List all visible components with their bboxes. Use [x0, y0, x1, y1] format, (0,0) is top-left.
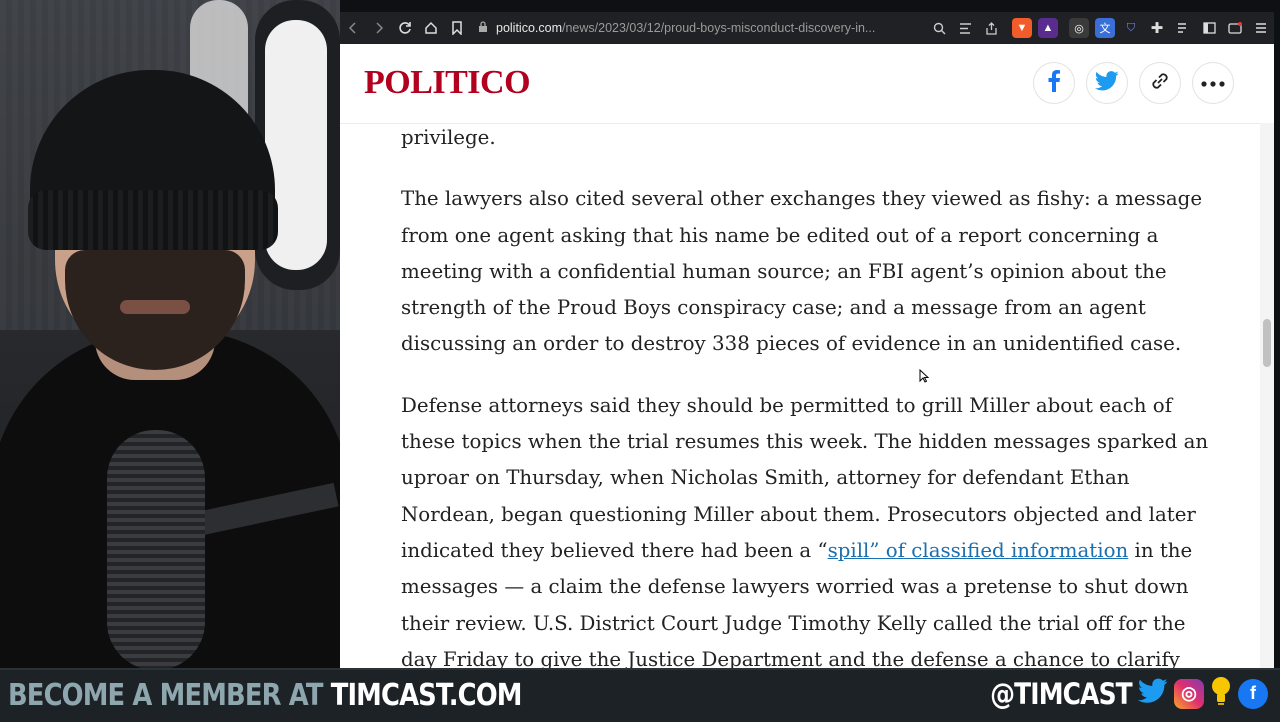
link-icon: [1148, 69, 1172, 98]
wallet-icon[interactable]: [1222, 15, 1248, 41]
copy-link-button[interactable]: [1139, 62, 1181, 104]
url-host: politico.com: [496, 21, 562, 35]
channel-banner: BECOME A MEMBER AT TIMCAST.COM @TIMCAST …: [0, 668, 1280, 722]
shield-extension-icon[interactable]: ⛉: [1121, 18, 1141, 38]
article-paragraph: Defense attorneys said they should be pe…: [401, 388, 1211, 668]
facebook-share-button[interactable]: [1033, 62, 1075, 104]
twitter-icon: [1137, 678, 1168, 709]
instagram-icon: ◎: [1174, 678, 1204, 709]
share-page-icon[interactable]: [978, 15, 1004, 41]
classified-spill-link[interactable]: spill” of classified information: [828, 539, 1129, 562]
politico-logo[interactable]: POLITICO: [364, 64, 531, 102]
playlist-icon[interactable]: [1170, 15, 1196, 41]
home-icon[interactable]: [418, 15, 444, 41]
extension-icon[interactable]: ◎: [1069, 18, 1089, 38]
beanie-fold: [28, 190, 278, 250]
translate-extension-icon[interactable]: 文: [1095, 18, 1115, 38]
bookmark-icon[interactable]: [444, 15, 470, 41]
article-paragraph: privilege.: [401, 126, 496, 149]
lightbulb-icon: [1210, 676, 1232, 711]
facebook-icon: f: [1238, 678, 1268, 709]
membership-callout: BECOME A MEMBER AT TIMCAST.COM: [8, 678, 522, 713]
webcam-feed: [0, 0, 340, 668]
forward-icon[interactable]: [366, 15, 392, 41]
back-icon[interactable]: [340, 15, 366, 41]
paragraph-text: Defense attorneys said they should be pe…: [401, 393, 1209, 562]
more-dots-icon: [1201, 74, 1225, 92]
menu-icon[interactable]: [1248, 15, 1274, 41]
address-bar[interactable]: politico.com /news/2023/03/12/proud-boys…: [474, 15, 922, 41]
article-paragraph: The lawyers also cited several other exc…: [401, 187, 1203, 356]
facebook-icon: [1047, 69, 1061, 97]
lock-icon: [478, 20, 488, 36]
page-scrollbar[interactable]: [1260, 123, 1274, 668]
twitter-share-button[interactable]: [1086, 62, 1128, 104]
website-name: TIMCAST.COM: [330, 678, 523, 713]
browser-toolbar: politico.com /news/2023/03/12/proud-boys…: [340, 12, 1274, 44]
brave-shield-icon[interactable]: ▼: [1012, 18, 1032, 38]
extensions-puzzle-icon[interactable]: ✚: [1144, 15, 1170, 41]
host-mouth: [120, 300, 190, 314]
social-handles: @TIMCAST ◎ f: [967, 676, 1268, 711]
brave-rewards-icon[interactable]: ▲: [1038, 18, 1058, 38]
membership-prefix: BECOME A MEMBER AT: [8, 678, 331, 713]
microphone: [107, 430, 205, 668]
more-share-options-button[interactable]: [1192, 62, 1234, 104]
reload-icon[interactable]: [392, 15, 418, 41]
social-handle: @TIMCAST: [990, 676, 1133, 711]
sidebar-icon[interactable]: [1196, 15, 1222, 41]
site-header: POLITICO: [340, 44, 1274, 124]
twitter-icon: [1094, 70, 1119, 96]
reader-mode-icon[interactable]: [952, 15, 978, 41]
article-body: privilege. The lawyers also cited severa…: [401, 120, 1211, 668]
mouse-cursor-icon: [919, 368, 930, 388]
browser-window: politico.com /news/2023/03/12/proud-boys…: [340, 12, 1274, 668]
url-path: /news/2023/03/12/proud-boys-misconduct-d…: [562, 21, 876, 35]
scrollbar-thumb[interactable]: [1263, 319, 1271, 367]
zoom-icon[interactable]: [926, 15, 952, 41]
